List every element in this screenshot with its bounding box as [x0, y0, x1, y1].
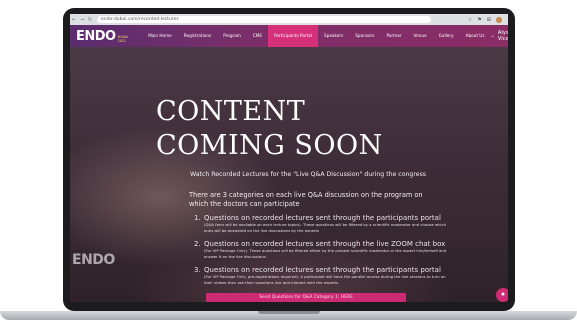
address-bar[interactable]: endo-dubai.com/recorded-lectures: [97, 16, 431, 23]
intro-text: Watch Recorded Lectures for the "Live Q&…: [190, 171, 427, 178]
title-line-2: COMING SOON: [156, 130, 383, 161]
apps-icon[interactable]: ⊞: [487, 17, 491, 23]
main-menu: Main Home Registrations Program CME Part…: [142, 25, 490, 47]
laptop-notch: [258, 311, 320, 314]
menu-item-venue[interactable]: Venue: [408, 25, 433, 47]
menu-item-about-us[interactable]: About Us: [460, 25, 491, 47]
hero-section: ENDO CONTENT COMING SOON Watch Recorded …: [70, 47, 508, 302]
user-menu[interactable]: ⌄ Alyssa Vicerol: [491, 30, 508, 42]
logo-subtitle: DUBAI 2021: [118, 35, 128, 43]
menu-item-program[interactable]: Program: [217, 25, 247, 47]
list-item: 2. Questions on recorded lectures sent t…: [194, 240, 452, 260]
forward-icon[interactable]: →: [78, 17, 86, 23]
logo-year: 2021: [117, 38, 126, 43]
screen: ← → ↻ endo-dubai.com/recorded-lectures ☆…: [70, 14, 508, 302]
list-item: 3. Questions on recorded lectures sent t…: [194, 266, 452, 286]
browser-toolbar: ← → ↻ endo-dubai.com/recorded-lectures ☆…: [70, 14, 508, 25]
menu-item-sponsors[interactable]: Sponsors: [349, 25, 380, 47]
menu-item-cme[interactable]: CME: [247, 25, 268, 47]
menu-item-partner[interactable]: Partner: [380, 25, 407, 47]
user-name: Alyssa Vicerol: [497, 30, 508, 42]
menu-item-main-home[interactable]: Main Home: [142, 25, 178, 47]
page-title: CONTENT COMING SOON: [156, 95, 383, 163]
list-number: 2.: [194, 240, 201, 248]
category-note: (For VIP Package Only, pre-registrations…: [204, 274, 446, 285]
extension-icon[interactable]: ⚑: [477, 17, 481, 23]
profile-avatar-icon[interactable]: [496, 16, 502, 23]
send-questions-button[interactable]: Send Questions for Q&A Category 1: HERE: [206, 293, 406, 302]
list-item-body: Questions on recorded lectures sent thro…: [204, 240, 452, 260]
list-item: 1. Questions on recorded lectures sent t…: [194, 214, 452, 234]
menu-item-registrations[interactable]: Registrations: [178, 25, 217, 47]
title-line-1: CONTENT: [156, 96, 306, 127]
category-title: Questions on recorded lectures sent thro…: [204, 266, 441, 274]
menu-item-gallery[interactable]: Gallery: [433, 25, 460, 47]
bookmark-star-icon[interactable]: ☆: [468, 17, 472, 23]
category-title: Questions on recorded lectures sent thro…: [204, 240, 446, 248]
category-note: (Q&A form will be available on each lect…: [204, 222, 447, 233]
category-list: 1. Questions on recorded lectures sent t…: [194, 214, 452, 292]
list-number: 3.: [194, 266, 201, 274]
back-icon[interactable]: ←: [70, 17, 78, 23]
categories-description: There are 3 categories on each live Q&A …: [189, 191, 423, 208]
category-title: Questions on recorded lectures sent thro…: [204, 214, 441, 222]
reload-icon[interactable]: ↻: [86, 17, 94, 23]
chat-bubble-icon[interactable]: ●: [496, 288, 508, 302]
menu-item-participants-portal[interactable]: Participants Portal: [268, 25, 319, 47]
category-note: (For VIP Package Only). These questions …: [204, 248, 447, 259]
list-item-body: Questions on recorded lectures sent thro…: [204, 266, 452, 286]
list-number: 1.: [194, 214, 201, 222]
browser-extension-icons: ☆ ⚑ ⊞: [468, 16, 508, 23]
chevron-down-icon: ⌄: [490, 33, 495, 39]
endo-logo[interactable]: ENDO DUBAI 2021: [76, 30, 128, 43]
menu-item-speakers[interactable]: Speakers: [318, 25, 349, 47]
list-item-body: Questions on recorded lectures sent thro…: [204, 214, 452, 234]
stage-logo: ENDO: [72, 252, 115, 268]
site-header: ENDO DUBAI 2021 Main Home Registrations …: [70, 25, 508, 47]
logo-word: ENDO: [76, 28, 116, 44]
